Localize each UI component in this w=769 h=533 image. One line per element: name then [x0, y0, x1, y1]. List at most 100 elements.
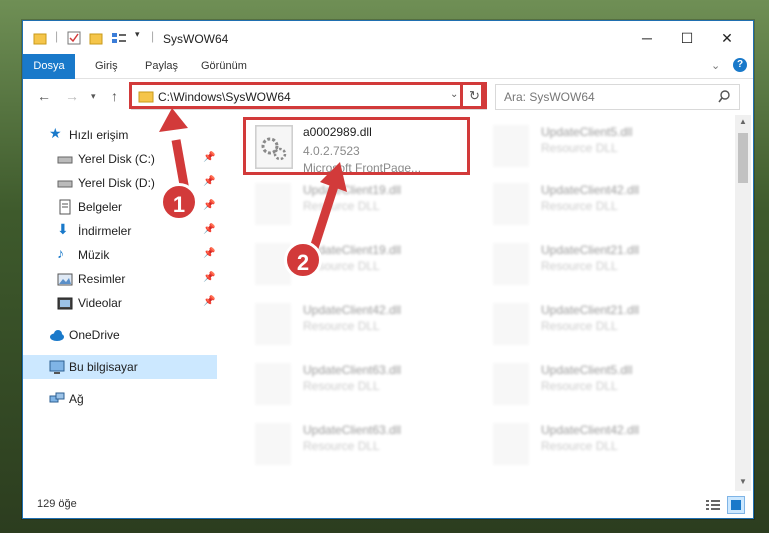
file-list: a0002989.dll 4.0.2.7523 Microsoft FrontP…	[235, 115, 735, 491]
file-item[interactable]: UpdateClient63.dll Resource DLL	[245, 357, 475, 413]
file-name: UpdateClient42.dll	[303, 303, 402, 317]
pin-icon[interactable]: 📌	[203, 272, 215, 283]
sidebar-item-label: Belgeler	[78, 200, 123, 214]
help-icon[interactable]: ?	[733, 58, 747, 72]
file-name: UpdateClient21.dll	[541, 303, 640, 317]
maximize-button[interactable]: ☐	[667, 27, 707, 49]
file-description: Resource DLL	[303, 199, 380, 213]
file-item[interactable]: UpdateClient21.dll Resource DLL	[483, 237, 713, 293]
tab-view[interactable]: Görünüm	[201, 54, 247, 78]
file-item[interactable]: UpdateClient19.dll Resource DLL	[245, 177, 475, 233]
forward-arrow-icon[interactable]: →	[65, 88, 79, 104]
file-description: Resource DLL	[303, 319, 380, 333]
dll-file-icon	[493, 303, 529, 345]
sidebar-item-label: Hızlı erişim	[69, 128, 129, 142]
sidebar-item-label: Ağ	[69, 392, 84, 406]
sidebar-item-drive-c[interactable]: Yerel Disk (C:) 📌	[23, 147, 217, 171]
file-name: UpdateClient21.dll	[541, 243, 640, 257]
sidebar-item-quick-access[interactable]: ★ Hızlı erişim	[23, 123, 217, 147]
ribbon-tabs: Dosya Giriş Paylaş Görünüm ⌄ ?	[23, 54, 753, 110]
search-icon[interactable]	[718, 90, 731, 103]
refresh-highlight	[460, 82, 487, 109]
scroll-down-icon[interactable]: ▼	[739, 477, 747, 486]
file-name: UpdateClient5.dll	[541, 125, 633, 139]
sidebar-item-label: Yerel Disk (C:)	[78, 152, 155, 166]
new-folder-icon[interactable]	[89, 31, 103, 45]
pin-icon[interactable]: 📌	[203, 152, 215, 163]
sidebar-item-videos[interactable]: Videolar 📌	[23, 291, 217, 315]
computer-icon	[49, 360, 65, 374]
music-icon: ♪	[57, 245, 64, 261]
dll-file-icon	[493, 125, 529, 167]
divider: |	[55, 29, 59, 43]
scrollbar-thumb[interactable]	[738, 133, 748, 183]
view-options-icon[interactable]	[111, 31, 127, 45]
properties-icon[interactable]	[67, 31, 81, 45]
window-title: SysWOW64	[163, 32, 229, 46]
file-name: UpdateClient19.dll	[303, 183, 402, 197]
sidebar-item-network[interactable]: Ağ	[23, 387, 217, 411]
pin-icon[interactable]: 📌	[203, 224, 215, 235]
large-icons-view-icon[interactable]	[727, 496, 745, 514]
file-highlight	[243, 117, 470, 175]
file-item[interactable]: UpdateClient21.dll Resource DLL	[483, 297, 713, 353]
vertical-scrollbar[interactable]: ▲ ▼	[735, 115, 751, 491]
up-arrow-icon[interactable]: ↑	[111, 88, 118, 104]
details-view-icon[interactable]	[705, 498, 721, 512]
recent-locations-icon[interactable]: ▾	[91, 91, 96, 102]
file-description: Resource DLL	[541, 379, 618, 393]
videos-icon	[57, 297, 73, 310]
status-bar: 129 öğe	[23, 493, 753, 517]
sidebar-item-music[interactable]: ♪ Müzik 📌	[23, 243, 217, 267]
file-item[interactable]: UpdateClient42.dll Resource DLL	[245, 297, 475, 353]
explorer-window: | ▾ | SysWOW64 ─ ☐ ✕ Dosya Giriş Paylaş …	[22, 20, 754, 519]
dll-file-icon	[255, 423, 291, 465]
pin-icon[interactable]: 📌	[203, 200, 215, 211]
dll-file-icon	[255, 183, 291, 225]
folder-icon[interactable]	[33, 31, 47, 45]
pin-icon[interactable]: 📌	[203, 176, 215, 187]
search-input[interactable]: Ara: SysWOW64	[495, 84, 740, 110]
drive-icon	[57, 156, 73, 164]
minimize-button[interactable]: ─	[627, 27, 667, 49]
file-description: Resource DLL	[541, 199, 618, 213]
file-item[interactable]: UpdateClient5.dll Resource DLL	[483, 119, 713, 175]
file-description: Resource DLL	[541, 319, 618, 333]
file-description: Resource DLL	[303, 439, 380, 453]
customize-quick-access-icon[interactable]: ▾	[135, 29, 140, 43]
downloads-icon: ⬇	[57, 221, 69, 237]
expand-ribbon-icon[interactable]: ⌄	[711, 54, 720, 78]
pin-icon[interactable]: 📌	[203, 248, 215, 259]
sidebar-item-label: Resimler	[78, 272, 126, 286]
sidebar-item-label: Videolar	[78, 296, 122, 310]
file-name: UpdateClient63.dll	[303, 363, 402, 377]
search-placeholder: Ara: SysWOW64	[504, 90, 595, 104]
file-item[interactable]: UpdateClient19.dll Resource DLL	[245, 237, 475, 293]
sidebar-item-this-pc[interactable]: Bu bilgisayar	[23, 355, 217, 379]
sidebar-item-label: İndirmeler	[78, 224, 132, 238]
file-item[interactable]: UpdateClient42.dll Resource DLL	[483, 177, 713, 233]
dll-file-icon	[493, 243, 529, 285]
navigation-bar: ← → ▾ ↑ C:\Windows\SysWOW64 ⌄ ↻ Ara: Sys…	[23, 79, 753, 115]
close-button[interactable]: ✕	[707, 27, 747, 49]
title-bar: | ▾ | SysWOW64 ─ ☐ ✕	[23, 21, 753, 54]
drive-icon	[57, 180, 73, 188]
sidebar-item-onedrive[interactable]: OneDrive	[23, 323, 217, 347]
pin-icon[interactable]: 📌	[203, 296, 215, 307]
star-icon: ★	[49, 125, 62, 141]
scroll-up-icon[interactable]: ▲	[739, 117, 747, 126]
network-icon	[49, 392, 65, 403]
file-description: Resource DLL	[541, 141, 618, 155]
tab-home[interactable]: Giriş	[95, 54, 118, 78]
file-item[interactable]: UpdateClient5.dll Resource DLL	[483, 357, 713, 413]
dll-file-icon	[493, 363, 529, 405]
back-arrow-icon[interactable]: ←	[37, 88, 51, 104]
sidebar-item-downloads[interactable]: ⬇ İndirmeler 📌	[23, 219, 217, 243]
sidebar-item-pictures[interactable]: Resimler 📌	[23, 267, 217, 291]
file-description: Resource DLL	[541, 259, 618, 273]
file-item[interactable]: UpdateClient42.dll Resource DLL	[483, 417, 713, 473]
sidebar-item-label: Bu bilgisayar	[69, 360, 138, 374]
tab-share[interactable]: Paylaş	[145, 54, 178, 78]
file-item[interactable]: UpdateClient63.dll Resource DLL	[245, 417, 475, 473]
sidebar-item-label: Yerel Disk (D:)	[78, 176, 155, 190]
